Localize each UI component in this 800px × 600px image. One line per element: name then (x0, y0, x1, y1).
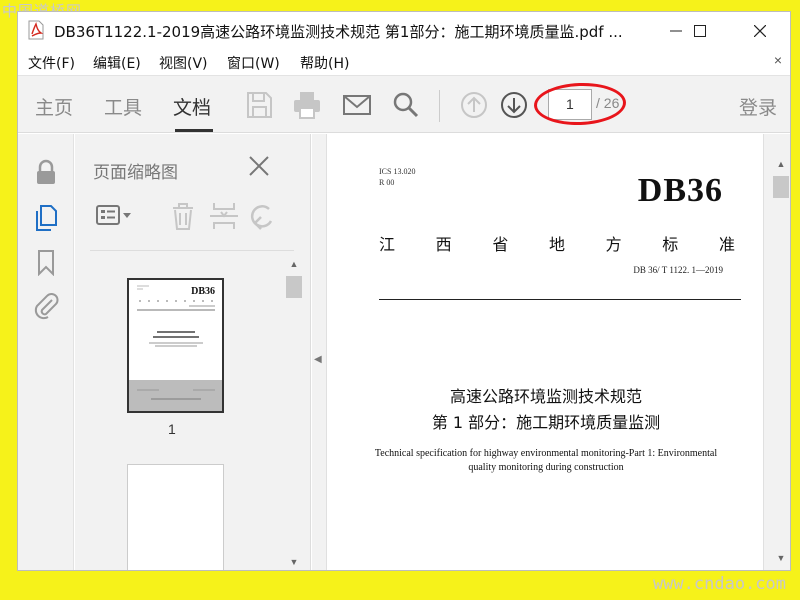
thumbnail-scroll-thumb[interactable] (286, 276, 302, 298)
bookmark-icon[interactable] (32, 248, 60, 277)
document-title-en: Technical specification for highway envi… (374, 448, 718, 473)
close-window-button[interactable] (740, 18, 780, 44)
title-bar: DB36T1122.1-2019高速公路环境监测技术规范 第1部分：施工期环境质… (18, 12, 790, 49)
header-rule (379, 299, 741, 300)
thumbnail-code: DB36 (191, 286, 215, 297)
maximize-button[interactable] (680, 18, 720, 44)
options-menu-icon[interactable] (95, 201, 135, 231)
tab-document[interactable]: 文档 (173, 93, 211, 120)
province-standard-heading: 江 西 省 地 方 标 准 (379, 235, 735, 254)
search-icon[interactable] (390, 89, 422, 121)
menu-bar: 文件(F) 编辑(E) 视图(V) 窗口(W) 帮助(H) × (18, 49, 790, 75)
document-scrollbar[interactable]: ▲ ▼ (772, 156, 790, 570)
document-title-cn: 高速公路环境监测技术规范 第 1 部分：施工期环境质量监测 (431, 387, 661, 432)
delete-icon[interactable] (167, 201, 199, 231)
lock-icon[interactable] (32, 158, 60, 186)
email-icon[interactable] (341, 89, 373, 121)
close-panel-icon[interactable] (247, 154, 271, 178)
scroll-down-arrow-icon[interactable]: ▼ (285, 554, 303, 570)
menu-file[interactable]: 文件(F) (28, 53, 75, 73)
page-down-icon[interactable] (498, 89, 530, 121)
login-button[interactable]: 登录 (739, 93, 777, 120)
document-scroll-thumb[interactable] (773, 176, 789, 198)
document-viewer: ◀ ICS 13.020 R 00 DB36 江 西 省 地 方 标 准 DB … (312, 134, 790, 570)
collapse-left-arrow-icon[interactable]: ◀ (314, 354, 322, 365)
panel-separator (90, 250, 294, 251)
active-tab-indicator (175, 129, 213, 132)
document-page: ICS 13.020 R 00 DB36 江 西 省 地 方 标 准 DB 36… (326, 134, 764, 570)
panel-title: 页面缩略图 (93, 163, 178, 183)
thumbnail-scrollbar[interactable]: ▲ ▼ (285, 256, 303, 570)
thumbnail-page-1[interactable]: DB36 (127, 278, 224, 413)
thumbnail-panel: 页面缩略图 DB36 1 ▲ ▼ (75, 134, 311, 570)
navigation-rail (18, 134, 74, 570)
tab-home[interactable]: 主页 (35, 93, 73, 120)
doc-scroll-down-arrow-icon[interactable]: ▼ (772, 550, 790, 566)
scroll-up-arrow-icon[interactable]: ▲ (285, 256, 303, 272)
doc-scroll-up-arrow-icon[interactable]: ▲ (772, 156, 790, 172)
print-icon[interactable] (291, 89, 323, 121)
menu-edit[interactable]: 编辑(E) (93, 53, 141, 73)
menu-help[interactable]: 帮助(H) (300, 53, 349, 73)
rotate-icon[interactable] (247, 201, 279, 231)
thumbnail-page-2[interactable] (127, 464, 224, 570)
page-up-icon[interactable] (458, 89, 490, 121)
tab-tools[interactable]: 工具 (104, 93, 142, 120)
thumbnail-page-label: 1 (168, 421, 176, 437)
menu-window[interactable]: 窗口(W) (227, 53, 280, 73)
toolbar-separator (439, 90, 440, 122)
standard-number: DB 36/ T 1122. 1—2019 (633, 265, 723, 275)
page-thumbnails-icon[interactable] (32, 204, 60, 232)
watermark-url: www.cndao.com (652, 574, 786, 594)
attachment-icon[interactable] (32, 292, 60, 320)
ics-code: ICS 13.020 R 00 (379, 167, 416, 187)
main-toolbar: 主页 工具 文档 1 / 26 登录 (18, 75, 790, 133)
pdf-reader-window: DB36T1122.1-2019高速公路环境监测技术规范 第1部分：施工期环境质… (17, 11, 791, 571)
window-title: DB36T1122.1-2019高速公路环境监测技术规范 第1部分：施工期环境质… (54, 23, 623, 41)
thumbnail-list: DB36 1 (75, 262, 311, 570)
menu-view[interactable]: 视图(V) (159, 53, 208, 73)
save-icon[interactable] (243, 89, 275, 121)
standard-code: DB36 (637, 172, 723, 209)
extract-icon[interactable] (208, 201, 240, 231)
close-document-icon[interactable]: × (774, 52, 782, 68)
pdf-file-icon (28, 20, 44, 40)
